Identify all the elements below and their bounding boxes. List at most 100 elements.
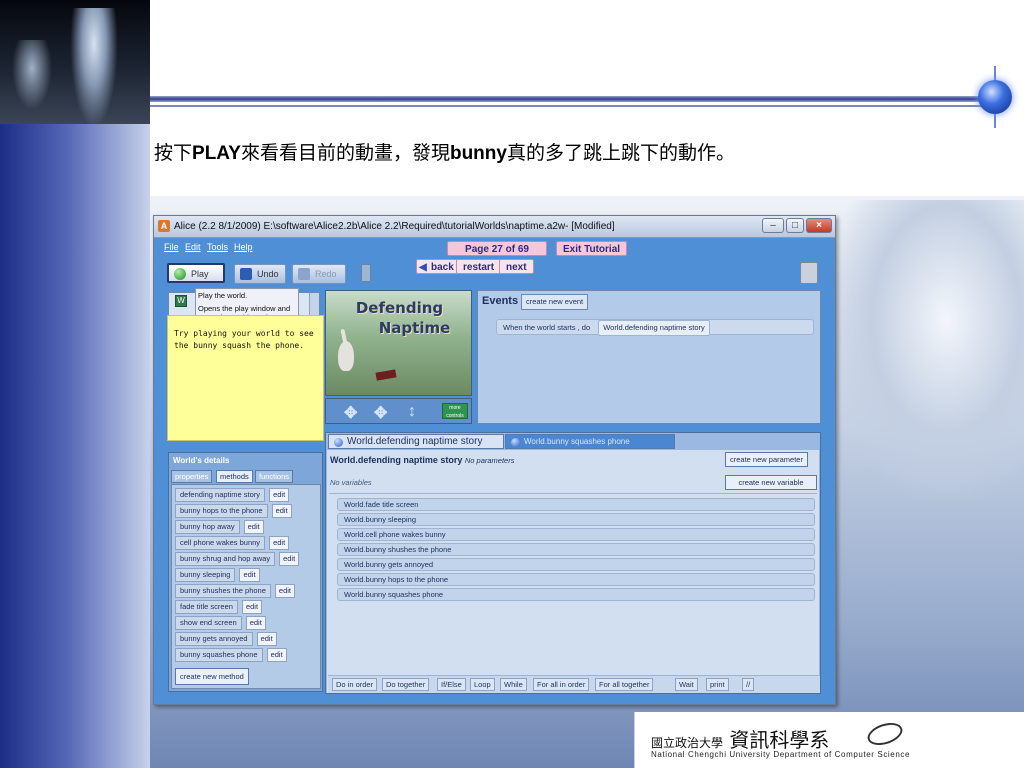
comment-tile[interactable]: // <box>742 678 755 691</box>
method-tile[interactable]: bunny gets annoyed <box>175 632 253 646</box>
orb-icon <box>978 80 1012 114</box>
tutorial-next-button[interactable]: next <box>499 259 534 274</box>
redo-icon <box>298 268 310 280</box>
menu-help[interactable]: Help <box>234 242 253 252</box>
create-new-variable-button[interactable]: create new variable <box>725 475 817 490</box>
edit-method-button[interactable]: edit <box>269 536 290 550</box>
list-item: bunny gets annoyed edit <box>175 632 277 646</box>
edit-method-button[interactable]: edit <box>256 632 277 646</box>
method-tile[interactable]: show end screen <box>175 616 242 630</box>
edit-method-button[interactable]: edit <box>269 488 290 502</box>
minimize-button[interactable]: – <box>762 218 784 233</box>
statement-row[interactable]: World.fade title screen <box>337 498 815 511</box>
method-header: World.defending naptime story No paramet… <box>330 455 515 465</box>
create-new-event-button[interactable]: create new event <box>521 294 589 310</box>
method-tile[interactable]: cell phone wakes bunny <box>175 536 266 550</box>
robot-figure-shadow <box>12 40 52 110</box>
for-all-together-tile[interactable]: For all together <box>595 678 654 691</box>
method-tile[interactable]: bunny hop away <box>175 520 240 534</box>
menu-edit[interactable]: Edit <box>185 242 201 252</box>
edit-method-button[interactable]: edit <box>239 568 260 582</box>
list-item: bunny shrug and hop away edit <box>175 552 300 566</box>
edit-method-button[interactable]: edit <box>271 504 292 518</box>
event-row[interactable]: When the world starts , do World.defendi… <box>496 319 814 336</box>
method-tile[interactable]: bunny hops to the phone <box>175 504 268 518</box>
edit-method-button[interactable]: edit <box>266 648 287 662</box>
alice-app-icon: A <box>158 220 170 232</box>
statement-row[interactable]: World.bunny squashes phone <box>337 588 815 601</box>
statement-row[interactable]: World.bunny hops to the phone <box>337 573 815 586</box>
while-tile[interactable]: While <box>500 678 527 691</box>
list-item: bunny hop away edit <box>175 520 264 534</box>
edit-method-button[interactable]: edit <box>245 616 266 630</box>
method-tile[interactable]: defending naptime story <box>175 488 266 502</box>
edit-method-button[interactable]: edit <box>243 520 264 534</box>
editor-divider <box>329 493 817 494</box>
event-method-select[interactable]: World.defending naptime story <box>598 320 710 336</box>
wait-tile[interactable]: Wait <box>675 678 698 691</box>
print-tile[interactable]: print <box>706 678 729 691</box>
title-bar[interactable]: A Alice (2.2 8/1/2009) E:\software\Alice… <box>154 216 835 238</box>
method-tile[interactable]: bunny sleeping <box>175 568 236 582</box>
method-tile[interactable]: bunny squashes phone <box>175 648 263 662</box>
department-name-en: National Chengchi University Department … <box>651 750 911 759</box>
method-tile[interactable]: bunny shrug and hop away <box>175 552 276 566</box>
list-item: cell phone wakes bunny edit <box>175 536 290 550</box>
tab-defending-naptime-story[interactable]: World.defending naptime story <box>328 434 504 449</box>
clipboard-icon[interactable] <box>800 262 818 284</box>
method-editor: World.defending naptime story World.bunn… <box>325 432 821 694</box>
alice-window: A Alice (2.2 8/1/2009) E:\software\Alice… <box>153 215 836 705</box>
tab-functions[interactable]: functions <box>255 470 294 483</box>
redo-button[interactable]: Redo <box>292 264 346 284</box>
statement-row[interactable]: World.bunny sleeping <box>337 513 815 526</box>
cell-phone-figure <box>375 369 397 381</box>
statement-row[interactable]: World.bunny shushes the phone <box>337 543 815 556</box>
tutorial-restart-button[interactable]: restart <box>456 259 502 274</box>
more-controls-button[interactable]: more controls <box>442 403 468 419</box>
trash-icon[interactable] <box>361 264 371 282</box>
world-object-icon[interactable]: W <box>175 295 187 307</box>
details-panel: World's details properties methods funct… <box>168 452 323 692</box>
tab-methods[interactable]: methods <box>216 470 253 483</box>
method-tile[interactable]: bunny shushes the phone <box>175 584 271 598</box>
window-title: Alice (2.2 8/1/2009) E:\software\Alice2.… <box>174 221 615 232</box>
camera-tilt-icon[interactable]: ↕ <box>408 403 416 421</box>
statement-row[interactable]: World.bunny gets annoyed <box>337 558 815 571</box>
tab-bunny-squashes-phone[interactable]: World.bunny squashes phone <box>505 434 675 449</box>
undo-icon <box>240 268 252 280</box>
edit-method-button[interactable]: edit <box>274 584 295 598</box>
camera-move-icon[interactable]: ✥ <box>344 403 357 423</box>
tutorial-back-button[interactable]: ◀ back <box>416 259 461 274</box>
edit-method-button[interactable]: edit <box>241 600 263 614</box>
world-view[interactable]: Defending Naptime <box>325 290 472 396</box>
edit-method-button[interactable]: edit <box>279 552 300 566</box>
if-else-tile[interactable]: If/Else <box>437 678 466 691</box>
play-icon <box>174 268 186 280</box>
do-in-order-tile[interactable]: Do in order <box>332 678 378 691</box>
world-title-line1: Defending <box>355 299 444 317</box>
undo-button[interactable]: Undo <box>234 264 286 284</box>
back-arrow-icon: ◀ <box>419 262 427 273</box>
create-new-method-button[interactable]: create new method <box>175 668 249 685</box>
robot-figure <box>70 8 118 124</box>
play-button[interactable]: Play <box>167 263 225 283</box>
for-all-in-order-tile[interactable]: For all in order <box>533 678 590 691</box>
header-rule <box>150 96 984 102</box>
robot-photo <box>0 0 150 124</box>
list-item: bunny hops to the phone edit <box>175 504 292 518</box>
camera-pan-icon[interactable]: ✥ <box>374 403 387 423</box>
method-tile[interactable]: fade title screen <box>175 600 238 614</box>
menu-tools[interactable]: Tools <box>207 242 228 252</box>
menu-file[interactable]: File <box>164 242 179 252</box>
tab-properties[interactable]: properties <box>171 470 213 483</box>
list-item: defending naptime story edit <box>175 488 290 502</box>
loop-tile[interactable]: Loop <box>470 678 495 691</box>
slide-heading: 按下PLAY來看看目前的動畫，發現bunny真的多了跳上跳下的動作。 <box>154 142 735 164</box>
close-button[interactable]: × <box>806 218 832 233</box>
create-new-parameter-button[interactable]: create new parameter <box>725 452 808 467</box>
editor-body[interactable]: World.defending naptime story No paramet… <box>327 450 820 693</box>
maximize-button[interactable]: □ <box>786 218 804 233</box>
exit-tutorial-button[interactable]: Exit Tutorial <box>556 241 628 256</box>
do-together-tile[interactable]: Do together <box>382 678 430 691</box>
statement-row[interactable]: World.cell phone wakes bunny <box>337 528 815 541</box>
